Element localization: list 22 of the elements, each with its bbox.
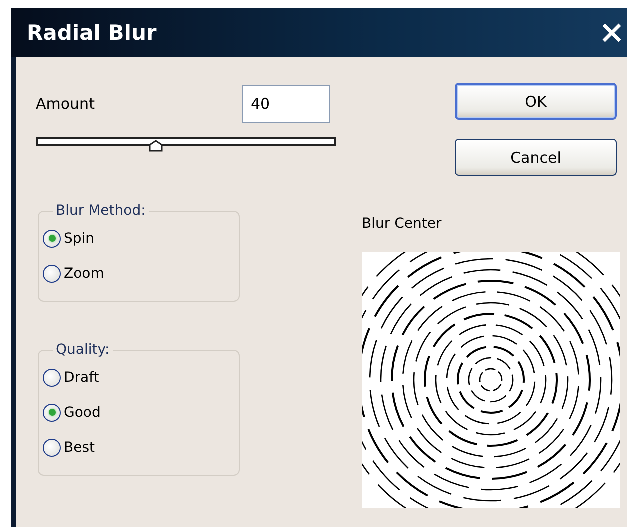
close-icon[interactable] [601, 22, 623, 44]
radio-button[interactable] [43, 230, 61, 248]
radio-label[interactable]: Draft [64, 370, 100, 386]
group-title: Quality: [55, 342, 111, 358]
radio-button[interactable] [43, 264, 61, 282]
radio-label[interactable]: Good [64, 404, 101, 420]
window-title: Radial Blur [27, 20, 157, 44]
dialog-button[interactable]: Cancel [455, 139, 617, 176]
radio-button[interactable] [43, 404, 61, 422]
radio-button[interactable] [43, 438, 61, 456]
amount-field[interactable]: 40 [242, 85, 330, 123]
blur-center-preview[interactable] [362, 252, 620, 508]
group-title: Blur Method: [55, 203, 147, 219]
amount-slider[interactable] [36, 137, 336, 153]
radio-label[interactable]: Spin [64, 230, 95, 246]
radio-label[interactable]: Zoom [64, 266, 104, 282]
radio-label[interactable]: Best [64, 440, 96, 456]
slider-thumb[interactable] [149, 140, 163, 152]
amount-label: Amount [36, 95, 95, 113]
blur-center-label: Blur Center [362, 216, 442, 232]
default-button[interactable]: OK [455, 83, 617, 120]
radio-button[interactable] [43, 368, 61, 386]
